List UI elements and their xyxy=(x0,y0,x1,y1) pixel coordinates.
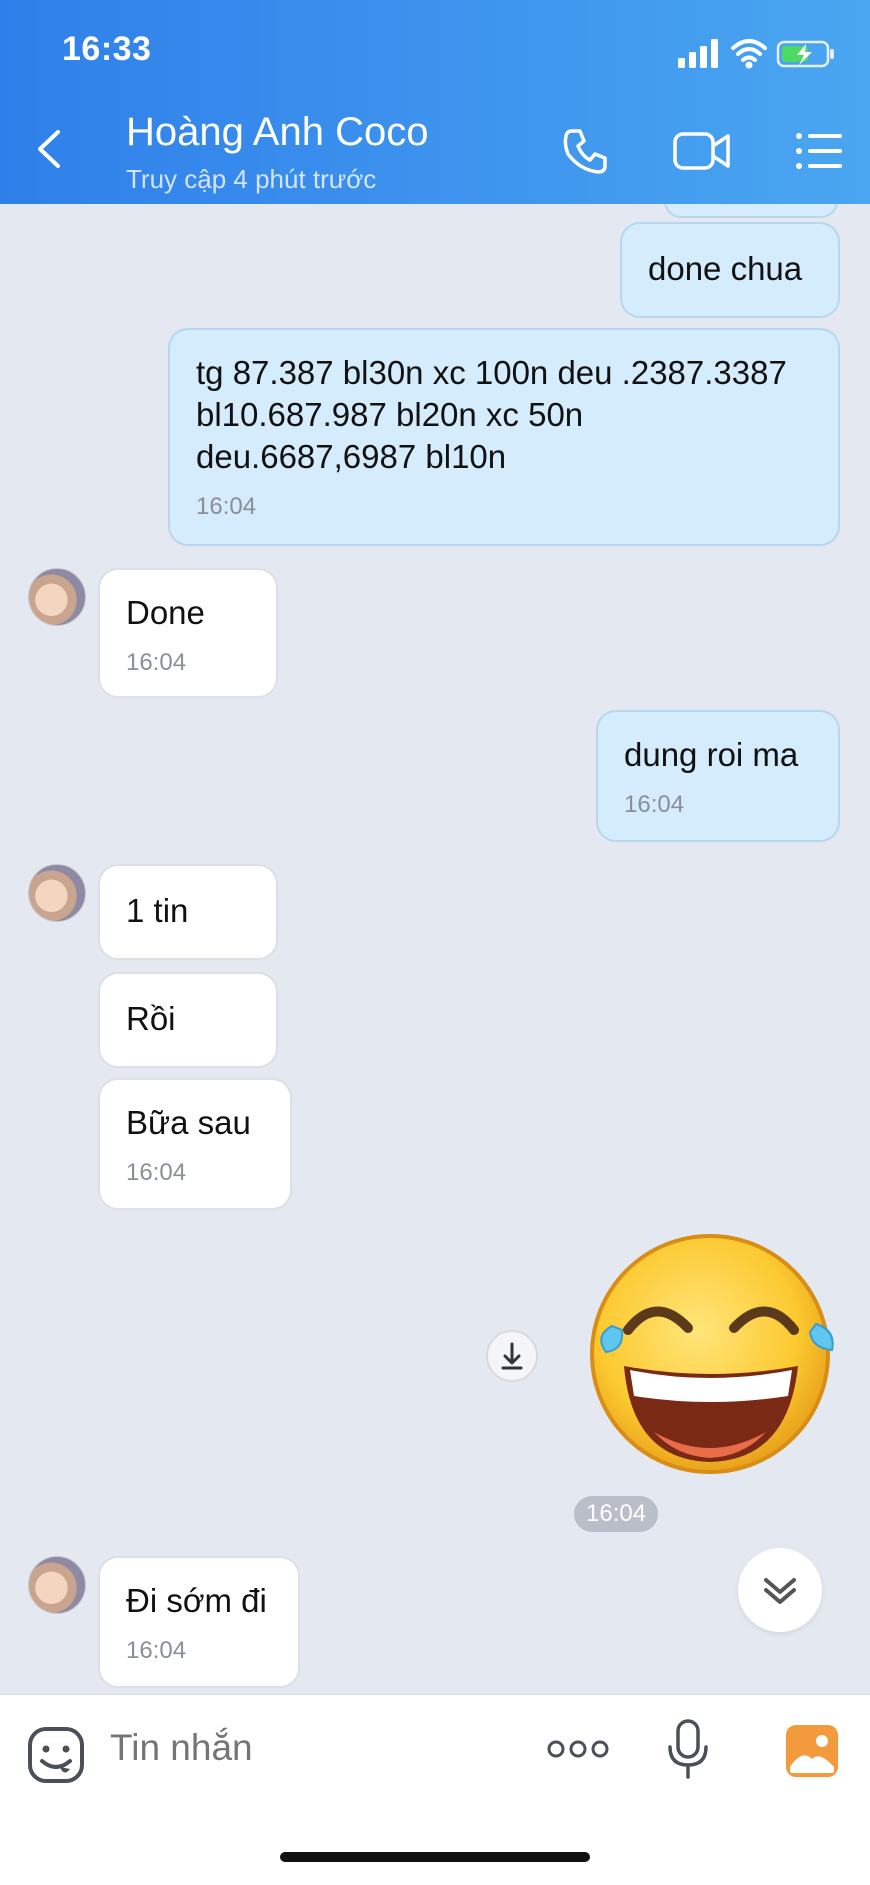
voice-button[interactable] xyxy=(666,1717,710,1786)
message-time: 16:04 xyxy=(624,791,685,818)
status-time: 16:33 xyxy=(62,30,152,68)
message-text: done chua xyxy=(648,250,803,287)
outgoing-message[interactable]: tg 87.387 bl30n xc 100n deu .2387.3387 b… xyxy=(168,328,840,546)
image-icon xyxy=(786,1725,838,1777)
contact-avatar[interactable] xyxy=(28,568,86,626)
back-button[interactable] xyxy=(30,124,70,179)
message-time: 16:04 xyxy=(126,1159,187,1186)
message-text: Bữa sau xyxy=(126,1104,251,1141)
wifi-icon xyxy=(731,39,767,62)
scroll-to-bottom-button[interactable] xyxy=(738,1548,822,1632)
sticker-time: 16:04 xyxy=(574,1496,659,1532)
download-button[interactable] xyxy=(486,1330,538,1382)
incoming-message[interactable]: 1 tin xyxy=(98,864,278,960)
message-bubble-partial xyxy=(664,204,838,218)
more-button[interactable] xyxy=(546,1735,610,1768)
message-text: Đi sớm đi xyxy=(126,1582,267,1619)
home-indicator xyxy=(280,1852,590,1862)
battery-icon xyxy=(776,40,834,68)
chevron-left-icon xyxy=(38,130,60,168)
message-text: Done xyxy=(126,594,205,631)
message-input[interactable] xyxy=(110,1727,510,1769)
status-icons xyxy=(678,36,838,70)
video-camera-icon xyxy=(673,132,730,170)
contact-avatar[interactable] xyxy=(28,1556,86,1614)
laughing-tears-emoji xyxy=(590,1234,834,1474)
contact-name[interactable]: Hoàng Anh Coco xyxy=(126,110,428,155)
message-time: 16:04 xyxy=(196,493,257,520)
message-time: 16:04 xyxy=(126,1637,187,1664)
cellular-signal-icon xyxy=(678,39,718,68)
download-icon xyxy=(501,1342,523,1370)
chevron-double-down-icon xyxy=(764,1578,796,1604)
incoming-message[interactable]: Đi sớm đi 16:04 xyxy=(98,1556,300,1688)
video-call-button[interactable] xyxy=(672,126,732,181)
contact-avatar[interactable] xyxy=(28,864,86,922)
last-seen-status: Truy cập 4 phút trước xyxy=(126,164,377,194)
incoming-message[interactable]: Done 16:04 xyxy=(98,568,278,698)
message-text: Rồi xyxy=(126,1000,176,1037)
sticker-message[interactable] xyxy=(584,1232,844,1487)
outgoing-message[interactable]: done chua xyxy=(620,222,840,318)
more-dots-icon xyxy=(547,1740,609,1758)
message-time: 16:04 xyxy=(126,649,187,676)
call-button[interactable] xyxy=(560,126,610,181)
outgoing-message[interactable]: dung roi ma 16:04 xyxy=(596,710,840,842)
emoji-icon xyxy=(28,1727,84,1783)
message-text: tg 87.387 bl30n xc 100n deu .2387.3387 b… xyxy=(196,354,787,475)
chat-thread[interactable]: done chua tg 87.387 bl30n xc 100n deu .2… xyxy=(0,204,870,1694)
chat-header: 16:33 Hoàng Anh Coco Truy cập 4 phút trư… xyxy=(0,0,870,204)
list-menu-icon xyxy=(796,133,842,169)
emoji-button[interactable] xyxy=(26,1725,86,1790)
microphone-icon xyxy=(668,1719,708,1779)
image-button[interactable] xyxy=(784,1723,840,1784)
incoming-message[interactable]: Bữa sau 16:04 xyxy=(98,1078,292,1210)
message-text: dung roi ma xyxy=(624,736,799,773)
incoming-message[interactable]: Rồi xyxy=(98,972,278,1068)
phone-icon xyxy=(563,129,607,174)
menu-button[interactable] xyxy=(794,126,844,181)
message-text: 1 tin xyxy=(126,892,189,929)
